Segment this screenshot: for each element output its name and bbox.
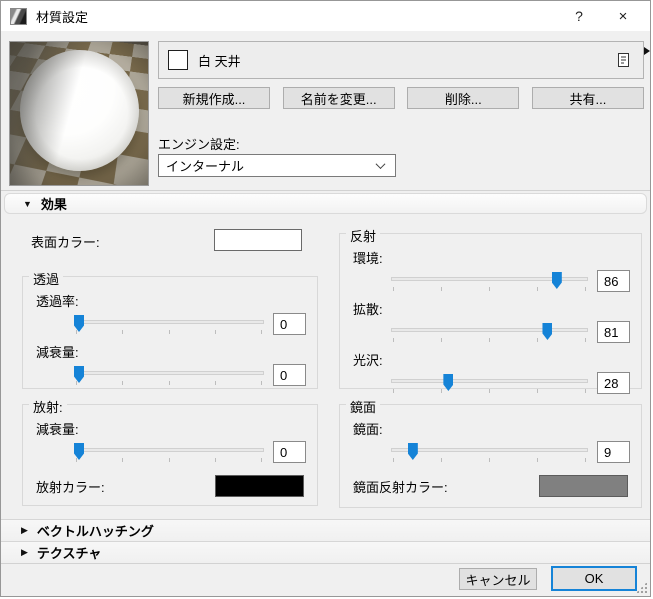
specular-reflection-color-swatch[interactable] bbox=[539, 475, 628, 497]
group-transparency: 透過 透過率: 0 減衰量: 0 bbox=[22, 269, 318, 389]
close-icon[interactable]: × bbox=[600, 1, 646, 31]
material-name-field[interactable]: 白 天井 bbox=[158, 41, 644, 79]
gloss-slider[interactable] bbox=[391, 372, 588, 394]
slider-ticks bbox=[76, 330, 262, 335]
specular-reflection-color-label: 鏡面反射カラー: bbox=[353, 479, 448, 495]
transmittance-label: 透過率: bbox=[36, 294, 79, 309]
expanded-triangle-icon: ▼ bbox=[23, 198, 32, 209]
section-label-texture: テクスチャ bbox=[36, 546, 102, 561]
specular-slider[interactable] bbox=[391, 441, 588, 463]
group-specular: 鏡面 鏡面: 9 鏡面反射カラー: bbox=[339, 397, 642, 508]
collapsed-triangle-icon: ▶ bbox=[21, 547, 28, 557]
slider-ticks bbox=[393, 458, 586, 463]
group-reflection: 反射 環境: 86 拡散: 81 光沢: 28 bbox=[339, 226, 642, 394]
management-buttons: 新規作成... 名前を変更... 削除... 共有... bbox=[158, 87, 644, 109]
cancel-button[interactable]: キャンセル bbox=[459, 568, 537, 590]
slider-track[interactable] bbox=[74, 371, 264, 375]
slider-ticks bbox=[393, 389, 586, 394]
group-emission: 放射: 減衰量: 0 放射カラー: bbox=[22, 397, 318, 506]
material-name: 白 天井 bbox=[198, 53, 241, 69]
environment-slider[interactable] bbox=[391, 270, 588, 292]
surface-color-label: 表面カラー: bbox=[31, 235, 100, 250]
emission-attenuation-value[interactable]: 0 bbox=[273, 441, 306, 463]
app-icon bbox=[10, 7, 27, 25]
environment-value[interactable]: 86 bbox=[597, 270, 630, 292]
title-bar[interactable]: 材質設定 ? × bbox=[1, 1, 650, 31]
slider-ticks bbox=[76, 381, 262, 386]
diffuse-label: 拡散: bbox=[353, 302, 383, 317]
window-title: 材質設定 bbox=[36, 9, 89, 25]
specular-value[interactable]: 9 bbox=[597, 441, 630, 463]
flyout-arrow-icon[interactable] bbox=[644, 47, 650, 55]
gloss-value[interactable]: 28 bbox=[597, 372, 630, 394]
section-header-texture[interactable]: ▶ テクスチャ bbox=[1, 541, 650, 563]
slider-track[interactable] bbox=[391, 448, 588, 452]
gloss-label: 光沢: bbox=[353, 353, 383, 368]
section-header-effects[interactable]: ▼ 効果 bbox=[4, 193, 647, 214]
delete-button[interactable]: 削除... bbox=[407, 87, 520, 109]
material-settings-dialog: 材質設定 ? × 白 天井 新規作成... 名前を変更... 削除... 共有.… bbox=[0, 0, 651, 597]
help-button[interactable]: ? bbox=[558, 1, 600, 31]
emission-attenuation-slider[interactable] bbox=[74, 441, 264, 463]
divider bbox=[1, 190, 650, 191]
slider-ticks bbox=[76, 458, 262, 463]
environment-label: 環境: bbox=[353, 251, 383, 266]
diffuse-value[interactable]: 81 bbox=[597, 321, 630, 343]
emission-attenuation-label: 減衰量: bbox=[36, 422, 79, 437]
slider-ticks bbox=[393, 338, 586, 343]
divider bbox=[1, 563, 650, 564]
slider-track[interactable] bbox=[391, 379, 588, 383]
slider-track[interactable] bbox=[74, 448, 264, 452]
group-title-transparency: 透過 bbox=[29, 269, 64, 288]
group-title-emission: 放射: bbox=[29, 397, 67, 416]
preview-vignette bbox=[10, 42, 148, 185]
slider-track[interactable] bbox=[391, 328, 588, 332]
engine-dropdown-value: インターナル bbox=[166, 159, 245, 174]
engine-dropdown[interactable]: インターナル bbox=[158, 154, 396, 177]
material-color-indicator bbox=[168, 50, 188, 70]
share-button[interactable]: 共有... bbox=[531, 87, 644, 109]
specular-label: 鏡面: bbox=[353, 422, 383, 437]
chevron-down-icon bbox=[375, 159, 386, 170]
surface-color-swatch[interactable] bbox=[214, 229, 302, 251]
section-label-effects: 効果 bbox=[40, 197, 67, 212]
slider-ticks bbox=[393, 287, 586, 292]
collapsed-triangle-icon: ▶ bbox=[21, 525, 28, 535]
transparency-attenuation-value[interactable]: 0 bbox=[273, 364, 306, 386]
ok-button[interactable]: OK bbox=[551, 566, 637, 591]
engine-settings-label: エンジン設定: bbox=[158, 137, 240, 152]
group-title-specular: 鏡面 bbox=[346, 397, 381, 416]
group-title-reflection: 反射 bbox=[346, 226, 381, 245]
transmittance-slider[interactable] bbox=[74, 313, 264, 335]
emission-color-swatch[interactable] bbox=[215, 475, 304, 497]
slider-track[interactable] bbox=[74, 320, 264, 324]
diffuse-slider[interactable] bbox=[391, 321, 588, 343]
section-label-vector-hatching: ベクトルハッチング bbox=[36, 524, 154, 539]
document-icon[interactable] bbox=[617, 52, 630, 68]
transparency-attenuation-label: 減衰量: bbox=[36, 345, 79, 360]
section-header-vector-hatching[interactable]: ▶ ベクトルハッチング bbox=[1, 519, 650, 541]
material-preview bbox=[9, 41, 149, 186]
transparency-attenuation-slider[interactable] bbox=[74, 364, 264, 386]
emission-color-label: 放射カラー: bbox=[36, 479, 105, 495]
resize-grip[interactable] bbox=[636, 582, 647, 593]
rename-button[interactable]: 名前を変更... bbox=[282, 87, 395, 109]
new-button[interactable]: 新規作成... bbox=[158, 87, 270, 109]
transmittance-value[interactable]: 0 bbox=[273, 313, 306, 335]
